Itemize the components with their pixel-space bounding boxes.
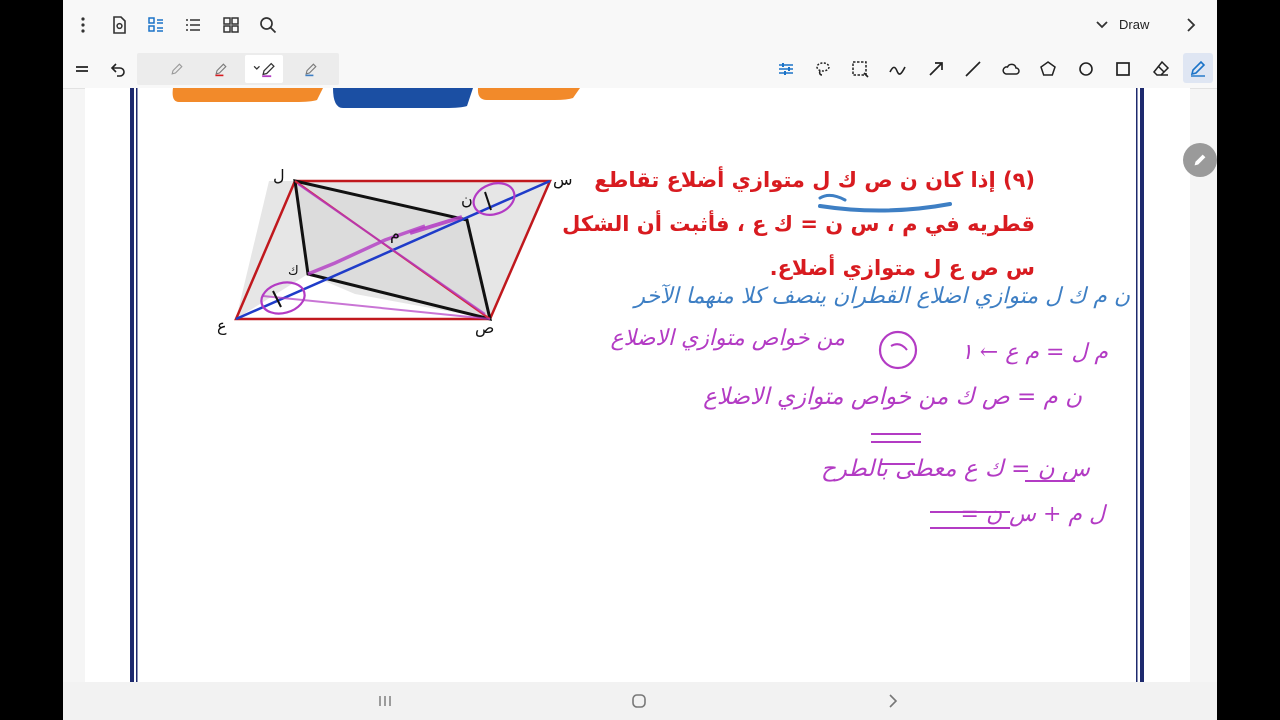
select-rectangle-icon[interactable] <box>846 55 874 83</box>
chevron-right-icon[interactable] <box>1177 11 1205 39</box>
circle-shape-icon[interactable] <box>1072 55 1100 83</box>
handwriting-line-5: س ن = ك ع معطى بالطرح <box>820 456 1090 482</box>
eraser-icon[interactable] <box>1147 55 1175 83</box>
chevron-down-icon[interactable] <box>1092 11 1112 39</box>
problem-statement: (٩) إذا كان ن ص ك ل متوازي أضلاع تقاطع ق… <box>562 158 1035 290</box>
vertex-label-K: ك <box>288 264 299 279</box>
undo-icon[interactable] <box>104 55 132 83</box>
circled-one <box>878 330 918 370</box>
handwriting-line-4: ن م = ص ك من خواص متوازي الاضلاع <box>703 384 1082 410</box>
cloud-shape-icon[interactable] <box>997 55 1025 83</box>
top-toolbar: Draw <box>63 0 1217 50</box>
vertex-label-L: ل <box>273 166 285 185</box>
menu-icon[interactable] <box>68 55 96 83</box>
problem-line-2: قطريه في م ، س ن = ك ع ، فأثبت أن الشكل <box>562 212 1035 236</box>
pen-settings-icon[interactable] <box>772 55 800 83</box>
page-grid-icon[interactable] <box>217 11 245 39</box>
back-icon[interactable] <box>878 687 906 715</box>
document-settings-icon[interactable] <box>105 11 133 39</box>
problem-line-1: (٩) إذا كان ن ص ك ل متوازي أضلاع تقاطع <box>594 168 1035 192</box>
line-tool-icon[interactable] <box>959 55 987 83</box>
pen-presets <box>137 53 339 85</box>
banner-right-piece <box>477 88 580 100</box>
pen-blue-icon[interactable] <box>297 55 325 83</box>
handwriting-line-2: م ل = م ع ← ١ <box>960 340 1108 365</box>
geometry-figure <box>234 179 552 322</box>
banner-left-piece <box>172 88 323 102</box>
vertex-label-S: س <box>553 170 573 189</box>
system-nav-bar <box>63 682 1217 720</box>
outline-list-icon[interactable] <box>179 11 207 39</box>
vertex-label-A: ع <box>217 316 227 335</box>
vertex-label-Sad: ص <box>475 318 495 337</box>
pen-purple-icon[interactable] <box>245 55 283 83</box>
pen-tool-icon[interactable] <box>1183 53 1213 83</box>
right-border <box>1140 88 1144 682</box>
search-icon[interactable] <box>254 11 282 39</box>
vertex-label-N: ن <box>461 190 473 209</box>
lasso-icon[interactable] <box>809 55 837 83</box>
mode-label[interactable]: Draw <box>1119 17 1149 32</box>
page-layout-icon[interactable] <box>142 11 170 39</box>
arrow-tool-icon[interactable] <box>922 55 950 83</box>
edit-fab-button[interactable] <box>1183 143 1217 177</box>
vertex-label-M: م <box>390 224 400 243</box>
handwriting-line-1: ن م ك ل متوازي اضلاع القطران ينصف كلا من… <box>634 284 1130 309</box>
banner-middle-piece <box>333 88 473 108</box>
recent-apps-icon[interactable] <box>371 687 399 715</box>
pencil-icon <box>1194 154 1206 166</box>
handwriting-line-6: ل م + س ن = <box>960 502 1105 527</box>
home-icon[interactable] <box>625 687 653 715</box>
handwriting-line-3: من خواص متوازي الاضلاع <box>610 326 845 351</box>
freehand-icon[interactable] <box>884 55 912 83</box>
pen-red-icon[interactable] <box>207 55 235 83</box>
left-border <box>130 88 134 682</box>
app-screen: Draw ل س ن م ك ع ص (٩) إذا كان ن ص ك ل م… <box>63 0 1217 720</box>
pencil-gray-icon[interactable] <box>163 55 191 83</box>
square-shape-icon[interactable] <box>1109 55 1137 83</box>
more-options-icon[interactable] <box>69 11 97 39</box>
pentagon-shape-icon[interactable] <box>1034 55 1062 83</box>
notebook-page[interactable]: ل س ن م ك ع ص (٩) إذا كان ن ص ك ل متوازي… <box>85 88 1190 682</box>
